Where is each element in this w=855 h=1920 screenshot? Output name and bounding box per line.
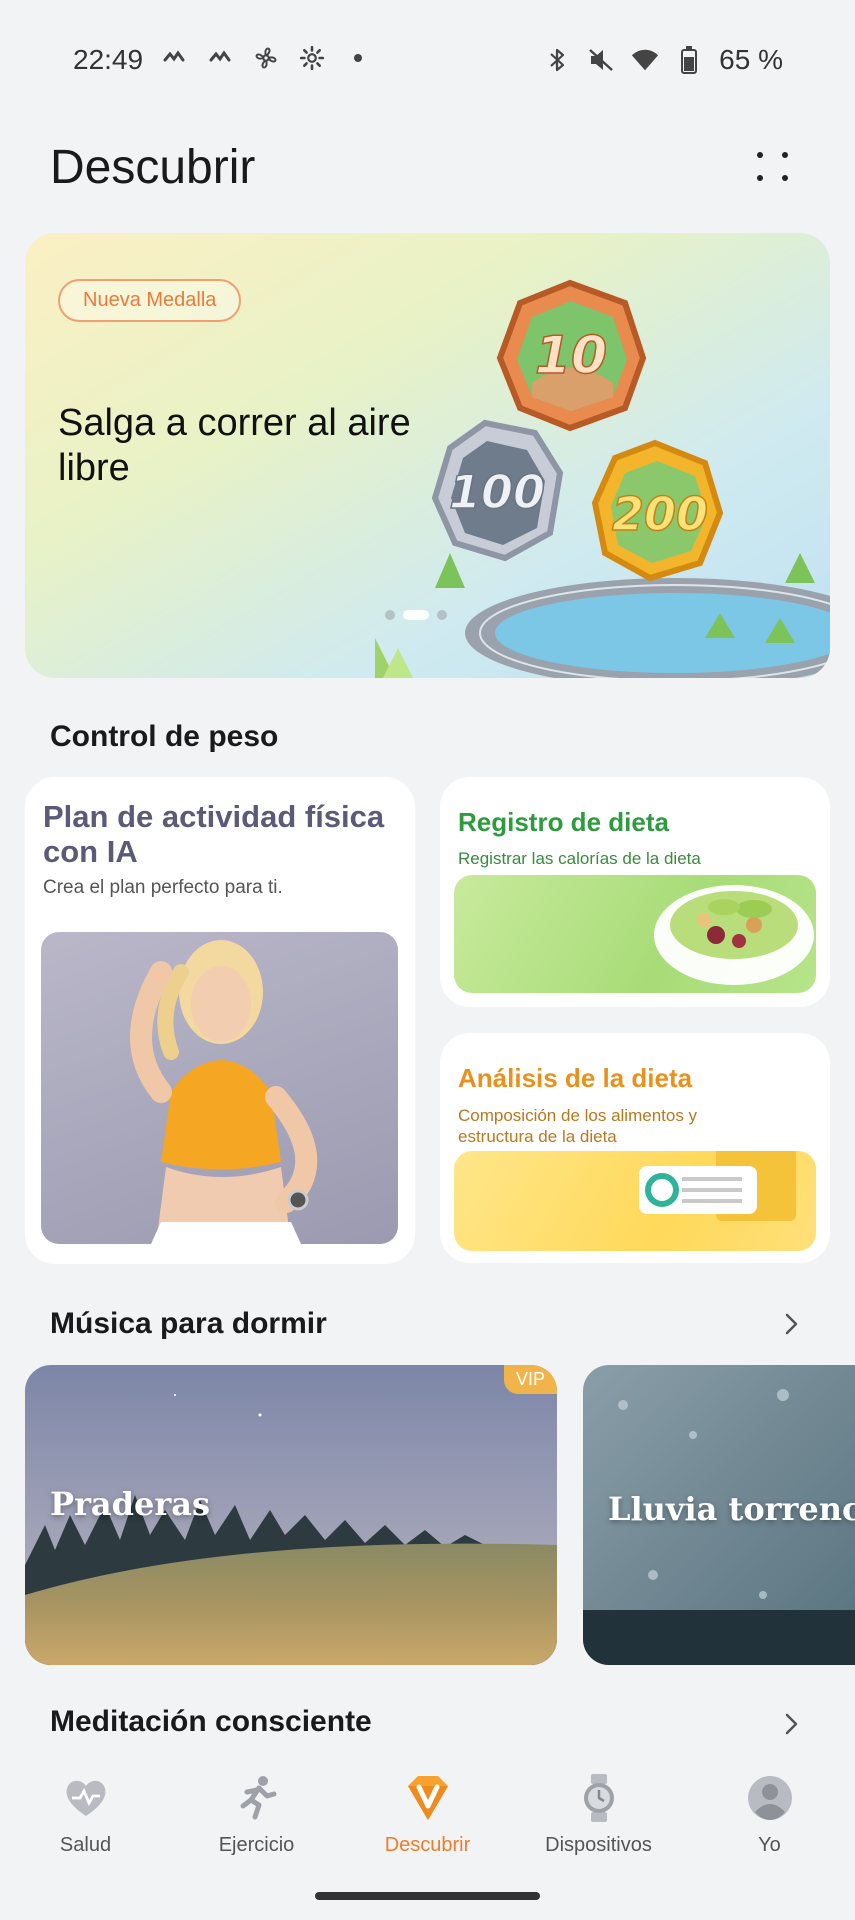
ai-activity-plan-card[interactable]: Plan de actividad física con IA Crea el … — [25, 777, 415, 1264]
diet-log-card[interactable]: Registro de dieta Registrar las calorías… — [440, 777, 830, 1007]
diet-analysis-subtitle: Composición de los alimentos y estructur… — [458, 1106, 698, 1146]
carousel-indicator — [385, 610, 447, 620]
carousel-dot-active — [403, 610, 429, 620]
bottom-navigation: Salud Ejercicio Descubrir Dispositivos Y… — [0, 1760, 855, 1880]
nav-item-exercise[interactable]: Ejercicio — [171, 1760, 342, 1880]
sleep-music-item-meadows[interactable]: VIP Praderas — [25, 1365, 557, 1665]
health-app-icon — [160, 44, 188, 72]
status-bar: 22:49 65 % — [0, 0, 855, 120]
fan-icon — [252, 44, 280, 72]
chevron-right-icon[interactable] — [779, 1312, 803, 1336]
diet-analysis-title: Análisis de la dieta — [458, 1063, 693, 1093]
nav-label: Dispositivos — [545, 1834, 652, 1856]
music-item-label: Praderas — [50, 1485, 210, 1523]
grid-dot-icon — [757, 175, 763, 181]
bronze-medal-icon: 10 — [496, 279, 647, 432]
nav-label: Ejercicio — [218, 1834, 295, 1856]
diet-log-subtitle: Registrar las calorías de la dieta — [458, 849, 701, 868]
discover-icon — [407, 1776, 448, 1820]
section-title-meditation: Meditación consciente — [50, 1705, 372, 1738]
watch-icon — [583, 1774, 614, 1822]
settings-icon — [298, 44, 326, 72]
user-icon — [747, 1776, 792, 1820]
plan-card-subtitle: Crea el plan perfecto para ti. — [43, 877, 283, 898]
health-app-icon-2 — [206, 44, 234, 72]
notification-dot-icon — [344, 44, 372, 72]
running-icon — [240, 1776, 276, 1820]
notification-icons — [160, 44, 372, 72]
nav-label: Yo — [758, 1834, 781, 1856]
plan-card-title: Plan de actividad física con IA — [43, 799, 385, 869]
heart-icon — [66, 1780, 105, 1816]
nav-label: Salud — [59, 1834, 112, 1856]
status-time: 22:49 — [73, 44, 144, 75]
diet-log-title: Registro de dieta — [458, 807, 669, 837]
svg-text:10: 10 — [535, 326, 607, 386]
more-options-button[interactable] — [753, 148, 797, 192]
sleep-music-item-heavy-rain[interactable]: Lluvia torrencial — [583, 1365, 855, 1665]
music-item-label: Lluvia torrencial — [608, 1490, 855, 1528]
system-icons: 65 % — [543, 44, 783, 76]
mute-icon — [587, 46, 615, 74]
home-indicator[interactable] — [315, 1892, 540, 1900]
nav-item-me[interactable]: Yo — [684, 1760, 855, 1880]
wifi-icon — [631, 46, 659, 74]
grid-dot-icon — [782, 152, 788, 158]
bluetooth-icon — [543, 46, 571, 74]
gold-medal-icon: 200 — [591, 439, 724, 582]
diet-log-illustration — [454, 875, 816, 993]
silver-medal-icon: 100 — [431, 419, 564, 562]
diet-analysis-illustration — [454, 1111, 816, 1251]
banner-title: Salga a correr al aire libre — [58, 402, 411, 489]
section-title-weight-control: Control de peso — [50, 720, 279, 753]
new-medal-badge: Nueva Medalla — [58, 279, 242, 322]
svg-text:200: 200 — [612, 487, 708, 541]
svg-text:100: 100 — [449, 465, 545, 519]
grid-dot-icon — [782, 175, 788, 181]
nav-item-devices[interactable]: Dispositivos — [513, 1760, 684, 1880]
battery-icon — [675, 46, 703, 74]
nav-label: Descubrir — [384, 1834, 471, 1856]
diet-analysis-card[interactable]: Análisis de la dieta Composición de los … — [440, 1033, 830, 1263]
carousel-dot — [385, 610, 395, 620]
promo-banner[interactable]: Nueva Medalla Salga a correr al aire lib… — [25, 233, 830, 678]
page-title: Descubrir — [50, 141, 256, 194]
section-title-sleep-music: Música para dormir — [50, 1307, 327, 1340]
fitness-model-image — [41, 932, 398, 1244]
vip-badge: VIP — [503, 1365, 557, 1394]
grid-dot-icon — [757, 152, 763, 158]
chevron-right-icon[interactable] — [779, 1712, 803, 1736]
battery-percent: 65 % — [719, 44, 783, 75]
carousel-dot — [437, 610, 447, 620]
nav-item-discover[interactable]: Descubrir — [342, 1760, 513, 1880]
nav-item-health[interactable]: Salud — [0, 1760, 171, 1880]
